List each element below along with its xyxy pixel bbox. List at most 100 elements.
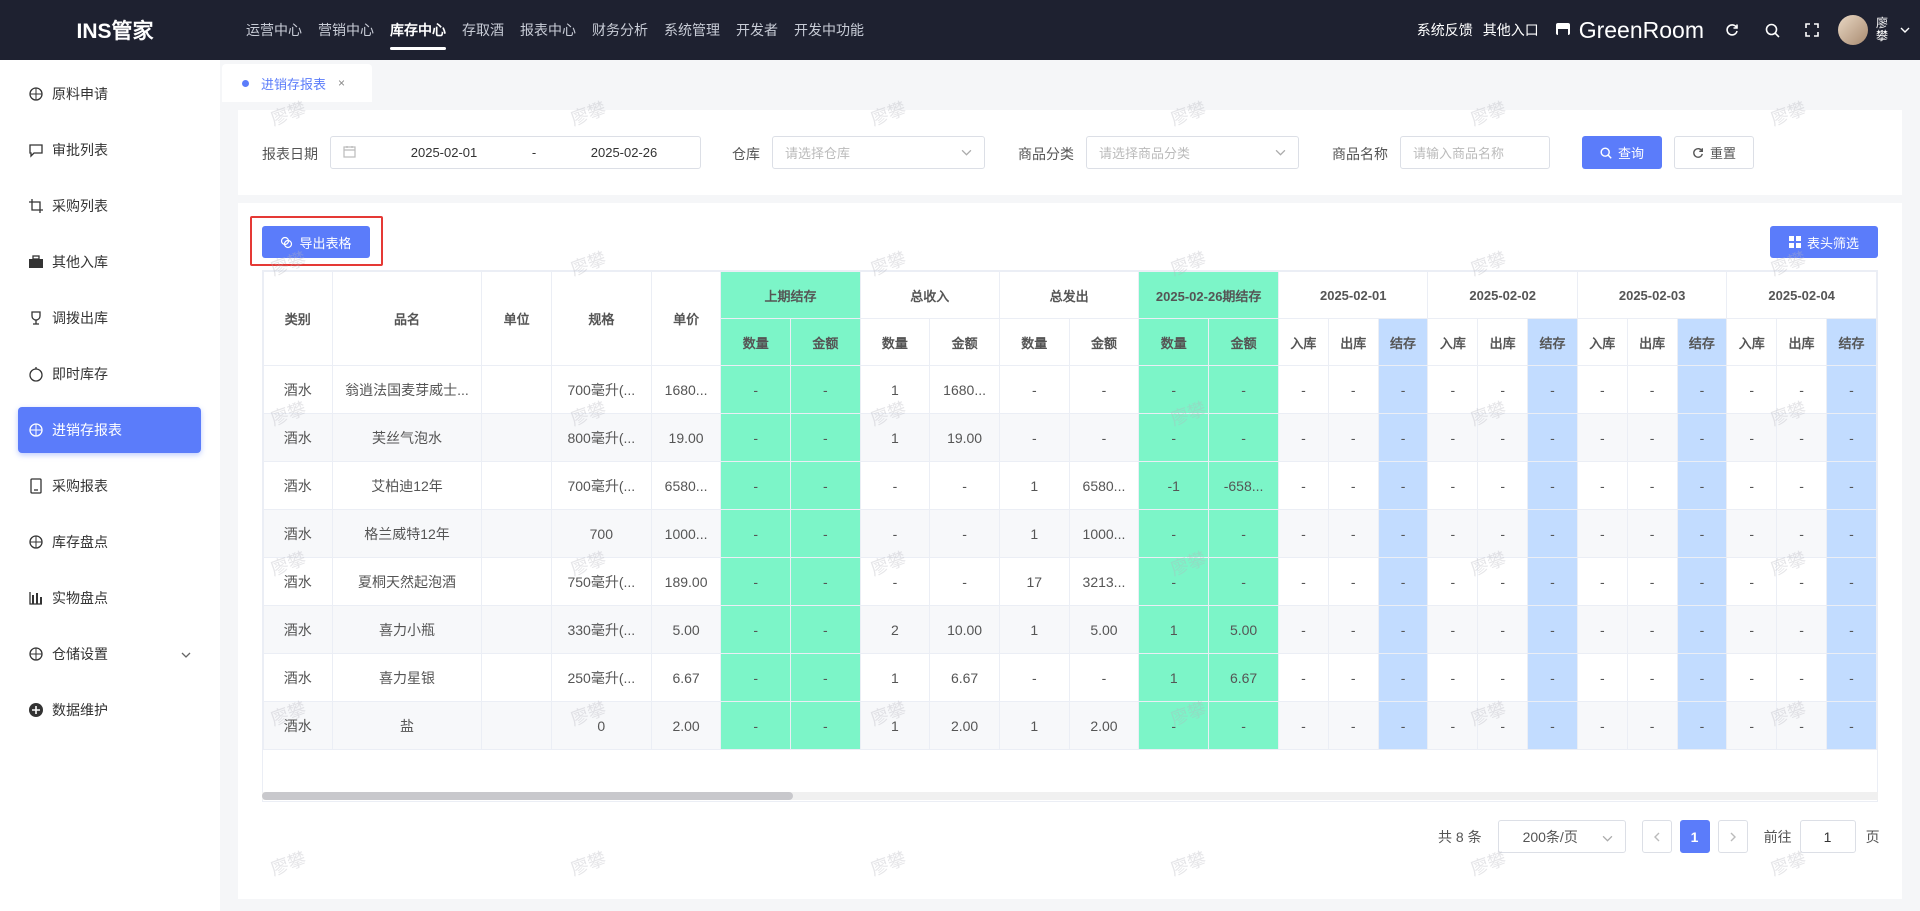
reset-button[interactable]: 重置 (1674, 136, 1754, 169)
feedback-link[interactable]: 系统反馈 (1417, 20, 1473, 40)
store-switcher[interactable]: GreenRoom (1555, 17, 1704, 44)
topnav-item-0[interactable]: 运营中心 (246, 0, 302, 60)
sidebar-item-11[interactable]: 数据维护 (18, 687, 201, 733)
sidebar-item-5[interactable]: 即时库存 (18, 351, 201, 397)
topnav-item-5[interactable]: 财务分析 (592, 0, 648, 60)
cell-value: 2.00 (1068, 701, 1140, 750)
cell-in: - (1576, 509, 1628, 558)
briefcase-icon (28, 254, 44, 270)
table-row[interactable]: 酒水 喜力星银 250毫升(... 6.67- -1 6.67- -1 6.67- - - - - - -… (263, 653, 1877, 702)
chevron-down-icon (1275, 146, 1286, 161)
table-row[interactable]: 酒水 翁逍法国麦芽威士... 700毫升(... 1680... - -1 1680... -… (263, 365, 1877, 414)
chevron-down-icon (181, 647, 191, 663)
report-table: 类别 品名 单位 规格 单价 上期结存 总收入 总发出 2025-02-26期结存 2025-02… (263, 271, 1877, 750)
table-row[interactable]: 酒水 喜力小瓶 330毫升(... 5.00- -2 10.00 1 5.00 1 5.00- - -… (263, 605, 1877, 654)
group-header-3: 2025-02-26期结存 (1138, 271, 1280, 319)
tab-inventory-report[interactable]: 进销存报表 × (222, 64, 372, 102)
cell-value: 5.00 (1208, 605, 1280, 654)
table-row[interactable]: 酒水 艾柏迪12年 700毫升(... 6580... - - - -1 6580... -1 -6… (263, 461, 1877, 510)
sidebar-item-label: 采购列表 (52, 198, 108, 214)
qty-header: 数量 (720, 318, 792, 366)
topnav-item-6[interactable]: 系统管理 (664, 0, 720, 60)
cell-spec: 330毫升(... (550, 605, 652, 654)
cell-in: - (1726, 701, 1778, 750)
topnav-item-2[interactable]: 库存中心 (390, 0, 446, 60)
sidebar: 原料申请审批列表采购列表其他入库调拨出库即时库存进销存报表采购报表库存盘点实物盘… (0, 60, 220, 911)
sidebar-item-10[interactable]: 仓储设置 (18, 631, 201, 677)
cell-value: 3213... (1068, 557, 1140, 606)
next-page-button[interactable] (1717, 820, 1748, 853)
cell-out: - (1626, 365, 1678, 414)
cell-out: - (1327, 701, 1379, 750)
topnav-item-4[interactable]: 报表中心 (520, 0, 576, 60)
table-row[interactable]: 酒水盐 0 2.00- -1 2.00 1 2.00- - - - - - - - - - - - - - (263, 701, 1877, 750)
qty-header: 数量 (1138, 318, 1210, 366)
export-highlight-box (250, 216, 383, 266)
sidebar-item-label: 数据维护 (52, 702, 108, 718)
sidebar-item-0[interactable]: 原料申请 (18, 71, 201, 117)
report-table-wrapper[interactable]: 类别 品名 单位 规格 单价 上期结存 总收入 总发出 2025-02-26期结存 2025-02… (262, 270, 1878, 802)
user-name[interactable]: 廖攀 (1876, 17, 1890, 43)
sidebar-item-9[interactable]: 实物盘点 (18, 575, 201, 621)
topnav-item-3[interactable]: 存取酒 (462, 0, 504, 60)
cell-price: 1000... (650, 509, 722, 558)
col-header-2: 单位 (481, 271, 552, 366)
cell-in: - (1278, 557, 1329, 606)
cell-in: - (1427, 413, 1479, 462)
cell-in: - (1576, 653, 1628, 702)
sidebar-item-2[interactable]: 采购列表 (18, 183, 201, 229)
cell-value: 1000... (1068, 509, 1140, 558)
refresh-icon[interactable] (1712, 23, 1752, 37)
prev-page-button[interactable] (1641, 820, 1672, 853)
cell-name: 喜力小瓶 (331, 605, 483, 654)
close-icon[interactable]: × (338, 76, 345, 90)
goto-page-input[interactable]: 1 (1799, 820, 1856, 853)
query-button[interactable]: 查询 (1582, 136, 1662, 169)
topnav-item-7[interactable]: 开发者 (736, 0, 778, 60)
cell-out: - (1477, 701, 1529, 750)
sidebar-item-8[interactable]: 库存盘点 (18, 519, 201, 565)
cell-name: 喜力星银 (331, 653, 483, 702)
scrollbar-thumb[interactable] (262, 792, 793, 800)
store-name: GreenRoom (1578, 16, 1704, 43)
product-name-input[interactable]: 请输入商品名称 (1400, 136, 1550, 169)
table-row[interactable]: 酒水 夏桐天然起泡酒 750毫升(... 189.00- - - -17 3213... - - -… (263, 557, 1877, 606)
chevron-down-icon[interactable] (1890, 25, 1920, 35)
other-entry-link[interactable]: 其他入口 (1483, 20, 1539, 40)
qty-header: 数量 (859, 318, 931, 366)
category-select[interactable]: 请选择商品分类 (1086, 136, 1299, 169)
col-header-3: 规格 (550, 271, 652, 366)
avatar[interactable] (1838, 15, 1868, 45)
search-icon[interactable] (1752, 23, 1792, 38)
cell-stock: - (1676, 653, 1728, 702)
table-row[interactable]: 酒水 格兰威特12年 700 1000... - - - -1 1000... - - - - - - - - -… (263, 509, 1877, 558)
warehouse-select[interactable]: 请选择仓库 (772, 136, 985, 169)
compass-icon (28, 422, 44, 438)
sidebar-item-7[interactable]: 采购报表 (18, 463, 201, 509)
cell-value: 1 (859, 365, 931, 414)
top-nav: 运营中心 营销中心 库存中心 存取酒 报表中心 财务分析 系统管理 开发者 开发中功能 (246, 0, 880, 60)
sidebar-item-4[interactable]: 调拨出库 (18, 295, 201, 341)
app-logo[interactable]: INS管家 (0, 15, 230, 45)
sidebar-item-1[interactable]: 审批列表 (18, 127, 201, 173)
cell-value: 6.67 (929, 653, 1000, 702)
cell-value: 2.00 (929, 701, 1000, 750)
date-range-picker[interactable]: 2025-02-01 - 2025-02-26 (330, 136, 701, 169)
fullscreen-icon[interactable] (1792, 23, 1832, 37)
cell-value: - (1208, 557, 1280, 606)
page-1-button[interactable]: 1 (1679, 820, 1710, 853)
topnav-item-8[interactable]: 开发中功能 (794, 0, 864, 60)
date-start[interactable]: 2025-02-01 (384, 145, 504, 160)
cell-in: - (1576, 605, 1628, 654)
cell-unit (481, 557, 552, 606)
table-row[interactable]: 酒水 芙丝气泡水 800毫升(... 19.00- -1 19.00- - - - - - - - - - -… (263, 413, 1877, 462)
sidebar-item-3[interactable]: 其他入库 (18, 239, 201, 285)
topnav-item-1[interactable]: 营销中心 (318, 0, 374, 60)
horizontal-scrollbar[interactable] (262, 792, 1878, 800)
column-filter-button[interactable]: 表头筛选 (1770, 226, 1878, 258)
cell-value: - (1138, 557, 1210, 606)
sidebar-item-6[interactable]: 进销存报表 (18, 407, 201, 453)
cell-value: - (929, 509, 1000, 558)
page-size-select[interactable]: 200条/页 (1497, 820, 1626, 853)
date-end[interactable]: 2025-02-26 (564, 145, 684, 160)
